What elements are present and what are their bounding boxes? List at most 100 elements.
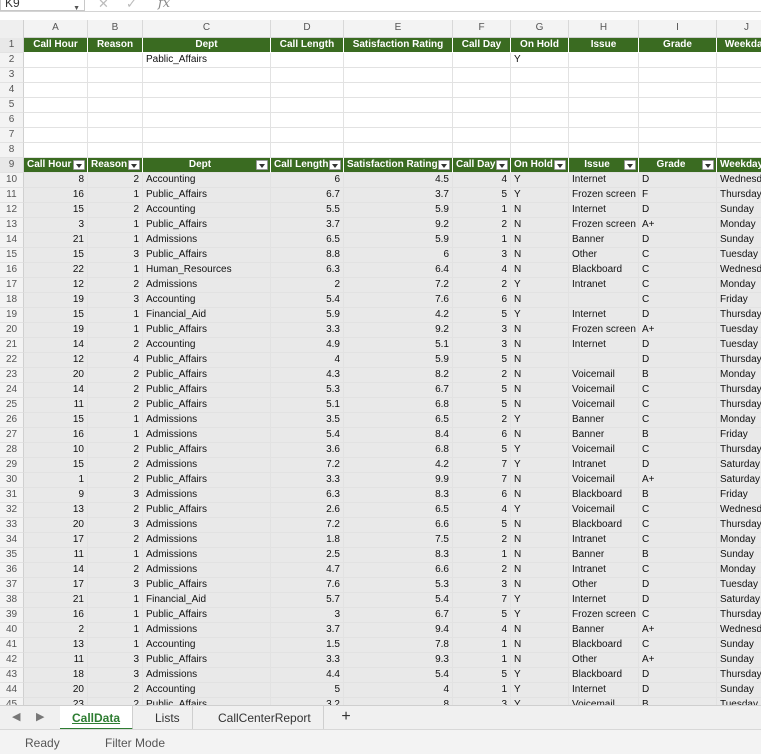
- cell[interactable]: Monday: [717, 563, 761, 578]
- enter-check-icon[interactable]: ✓: [126, 0, 137, 12]
- cell[interactable]: Voicemail: [569, 698, 639, 705]
- cell[interactable]: N: [511, 473, 569, 488]
- cell[interactable]: 23: [24, 698, 88, 705]
- cell[interactable]: Blackboard: [569, 488, 639, 503]
- cell[interactable]: N: [511, 218, 569, 233]
- cell[interactable]: 22: [24, 263, 88, 278]
- cell[interactable]: [143, 68, 271, 83]
- cell[interactable]: 2.5: [271, 548, 344, 563]
- header-cell[interactable]: Grade: [639, 38, 717, 53]
- cell[interactable]: 6: [453, 293, 511, 308]
- cell[interactable]: Monday: [717, 218, 761, 233]
- cell[interactable]: 7.5: [344, 533, 453, 548]
- cell[interactable]: 7.6: [271, 578, 344, 593]
- cell[interactable]: C: [639, 518, 717, 533]
- cell[interactable]: C: [639, 383, 717, 398]
- row-number[interactable]: 43: [0, 668, 24, 683]
- cell[interactable]: Accounting: [143, 293, 271, 308]
- row-number[interactable]: 15: [0, 248, 24, 263]
- cell[interactable]: [569, 143, 639, 158]
- cell[interactable]: [271, 83, 344, 98]
- cell[interactable]: 11: [24, 653, 88, 668]
- cell[interactable]: 15: [24, 413, 88, 428]
- cell[interactable]: A+: [639, 653, 717, 668]
- cell[interactable]: Internet: [569, 173, 639, 188]
- name-box[interactable]: K9 ▼: [0, 0, 85, 12]
- row-number[interactable]: 39: [0, 608, 24, 623]
- cell[interactable]: [24, 98, 88, 113]
- cell[interactable]: 13: [24, 638, 88, 653]
- cell[interactable]: Sunday: [717, 203, 761, 218]
- cell[interactable]: 1: [88, 593, 143, 608]
- cell[interactable]: [453, 68, 511, 83]
- cell[interactable]: 2: [88, 503, 143, 518]
- cell[interactable]: D: [639, 668, 717, 683]
- cell[interactable]: 20: [24, 368, 88, 383]
- cell[interactable]: Sunday: [717, 683, 761, 698]
- cell[interactable]: 15: [24, 308, 88, 323]
- cell[interactable]: [24, 128, 88, 143]
- row-number[interactable]: 34: [0, 533, 24, 548]
- cell[interactable]: [88, 113, 143, 128]
- row-number[interactable]: 8: [0, 143, 24, 158]
- cell[interactable]: N: [511, 323, 569, 338]
- cell[interactable]: N: [511, 428, 569, 443]
- cell[interactable]: C: [639, 563, 717, 578]
- cell[interactable]: 4.5: [344, 173, 453, 188]
- row-number[interactable]: 42: [0, 653, 24, 668]
- cell[interactable]: N: [511, 488, 569, 503]
- cell[interactable]: C: [639, 248, 717, 263]
- cell[interactable]: D: [639, 458, 717, 473]
- cell[interactable]: Admissions: [143, 458, 271, 473]
- cell[interactable]: 6.5: [344, 503, 453, 518]
- row-number[interactable]: 40: [0, 623, 24, 638]
- cell[interactable]: Y: [511, 413, 569, 428]
- cell[interactable]: Public_Affairs: [143, 578, 271, 593]
- row-number[interactable]: 5: [0, 98, 24, 113]
- cell[interactable]: 4: [453, 503, 511, 518]
- cell[interactable]: [453, 143, 511, 158]
- cell[interactable]: 1: [88, 218, 143, 233]
- header-cell[interactable]: On Hold: [511, 158, 569, 173]
- cell[interactable]: Internet: [569, 593, 639, 608]
- row-number[interactable]: 4: [0, 83, 24, 98]
- add-sheet-button[interactable]: +: [334, 706, 358, 730]
- cell[interactable]: 8: [344, 698, 453, 705]
- cell[interactable]: 12: [24, 278, 88, 293]
- cell[interactable]: Thursday: [717, 608, 761, 623]
- cell[interactable]: 1.8: [271, 533, 344, 548]
- cell[interactable]: [344, 113, 453, 128]
- cell[interactable]: 17: [24, 533, 88, 548]
- header-cell[interactable]: Weekday: [717, 38, 761, 53]
- cell[interactable]: N: [511, 293, 569, 308]
- cell[interactable]: 5.9: [271, 308, 344, 323]
- cell[interactable]: Public_Affairs: [143, 503, 271, 518]
- cell[interactable]: 3: [88, 293, 143, 308]
- cell[interactable]: 3: [88, 668, 143, 683]
- cell[interactable]: Y: [511, 173, 569, 188]
- cell[interactable]: 5.9: [344, 203, 453, 218]
- cell[interactable]: 6.8: [344, 443, 453, 458]
- cell[interactable]: C: [639, 503, 717, 518]
- cell[interactable]: 3.7: [271, 218, 344, 233]
- cell[interactable]: Internet: [569, 308, 639, 323]
- cell[interactable]: C: [639, 443, 717, 458]
- filter-dropdown-icon[interactable]: [329, 160, 341, 170]
- cell[interactable]: 5: [271, 683, 344, 698]
- cell[interactable]: 6.5: [271, 233, 344, 248]
- cell[interactable]: 5: [453, 608, 511, 623]
- cell[interactable]: N: [511, 638, 569, 653]
- row-number[interactable]: 37: [0, 578, 24, 593]
- cell[interactable]: 3.2: [271, 698, 344, 705]
- cell[interactable]: 8.4: [344, 428, 453, 443]
- cell[interactable]: 1: [453, 638, 511, 653]
- row-number[interactable]: 20: [0, 323, 24, 338]
- cell[interactable]: Financial_Aid: [143, 308, 271, 323]
- cell[interactable]: Voicemail: [569, 443, 639, 458]
- cell[interactable]: [639, 68, 717, 83]
- cell[interactable]: [569, 98, 639, 113]
- cell[interactable]: N: [511, 398, 569, 413]
- cell[interactable]: [511, 128, 569, 143]
- cell[interactable]: 6: [453, 488, 511, 503]
- filter-dropdown-icon[interactable]: [128, 160, 140, 170]
